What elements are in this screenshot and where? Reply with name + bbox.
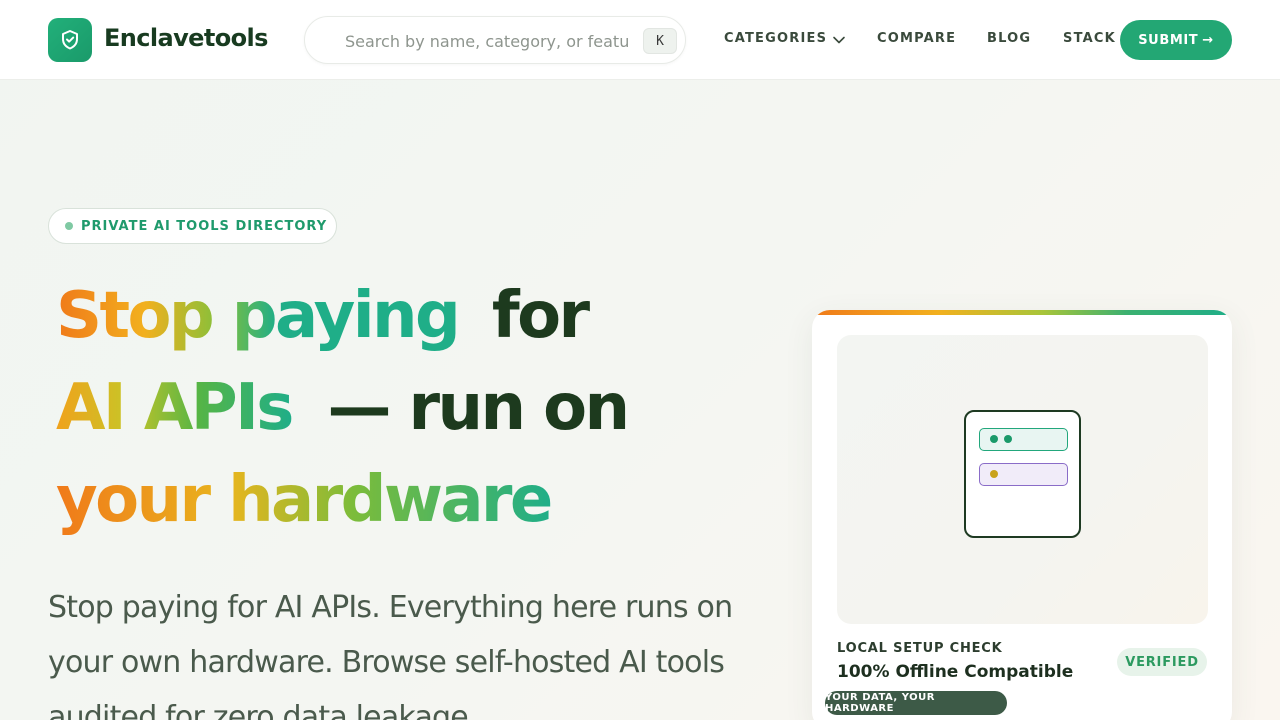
top-nav-bar: Enclavetools K CATEGORIES COMPARE BLOG S… (0, 0, 1280, 80)
nav-categories[interactable]: CATEGORIES (724, 31, 827, 46)
submit-label: SUBMIT (1138, 32, 1199, 48)
logo-shield-icon[interactable] (48, 18, 92, 62)
headline-text-2: — run on (327, 371, 630, 445)
headline-highlight-2: AI APIs (56, 371, 294, 445)
chevron-down-icon[interactable] (832, 34, 846, 46)
led-icon (990, 435, 998, 443)
brand-name[interactable]: Enclavetools (104, 24, 268, 52)
nav-stack[interactable]: STACK (1063, 31, 1116, 46)
server-slot-2 (979, 463, 1068, 486)
nav-compare[interactable]: COMPARE (877, 31, 956, 46)
search-shortcut-key: K (643, 28, 677, 54)
headline-highlight-3: your hardware (56, 463, 553, 537)
server-device-icon (964, 410, 1081, 538)
nav-blog[interactable]: BLOG (987, 31, 1031, 46)
led-icon (990, 470, 998, 478)
badge-dot-icon (65, 222, 73, 230)
card-illustration (837, 335, 1208, 624)
verified-badge: VERIFIED (1117, 648, 1207, 676)
led-icon (1004, 435, 1012, 443)
data-ownership-tag: YOUR DATA, YOUR HARDWARE (825, 691, 1007, 715)
card-title: 100% Offline Compatible (837, 662, 1074, 682)
arrow-right-icon: → (1202, 32, 1214, 48)
search-input[interactable] (321, 28, 641, 54)
headline-highlight-1: Stop paying (56, 279, 461, 353)
hero-description: Stop paying for AI APIs. Everything here… (48, 590, 733, 720)
server-slot-1 (979, 428, 1068, 451)
card-label: LOCAL SETUP CHECK (837, 641, 1003, 656)
card-accent-bar (812, 310, 1232, 315)
headline-text-1: for (491, 279, 590, 353)
headline-line-3: your hardware (56, 468, 553, 532)
headline-line-2: AI APIs — run on (56, 376, 630, 440)
directory-badge: PRIVATE AI TOOLS DIRECTORY (48, 208, 337, 244)
submit-button[interactable]: SUBMIT → (1120, 20, 1232, 60)
headline-line-1: Stop paying for (56, 284, 590, 348)
search-box: K (304, 16, 686, 64)
setup-check-card: LOCAL SETUP CHECK 100% Offline Compatibl… (812, 310, 1232, 720)
badge-text: PRIVATE AI TOOLS DIRECTORY (81, 218, 328, 234)
